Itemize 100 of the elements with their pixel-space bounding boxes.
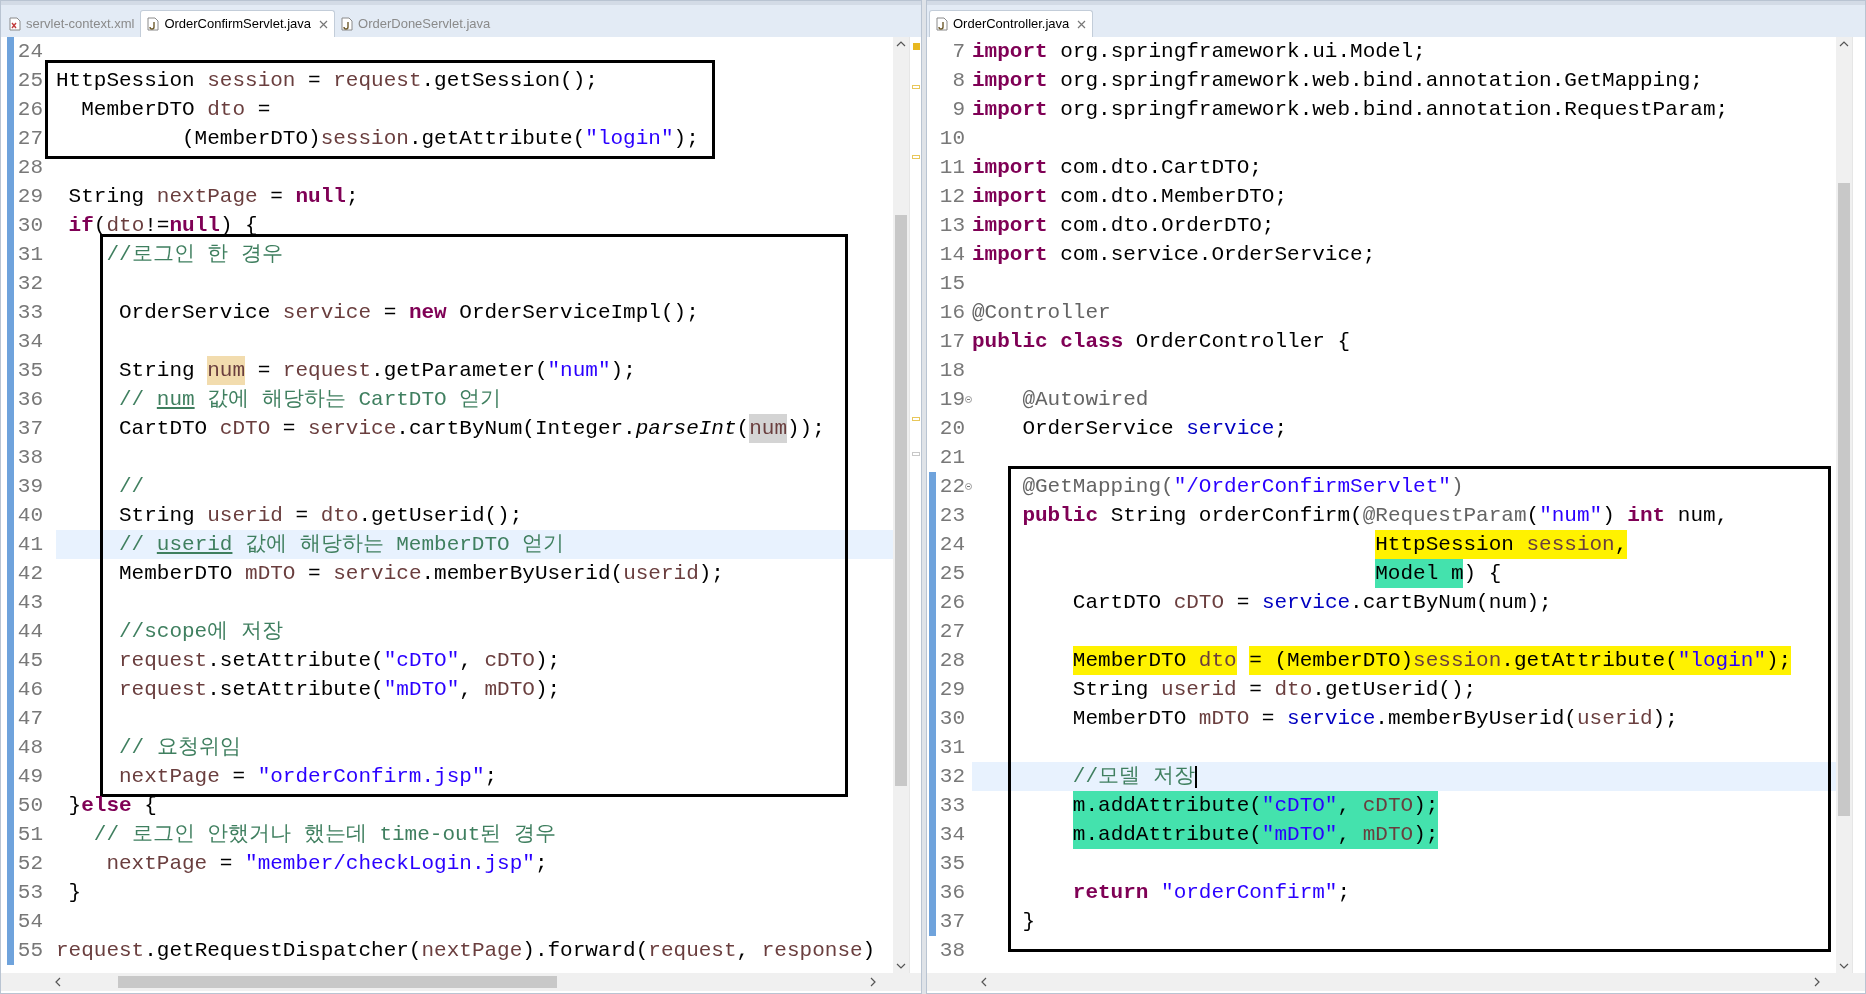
line-number: 47 [16, 706, 43, 732]
close-icon [1077, 19, 1087, 29]
code-text: import org.springframework.ui.Model; [972, 39, 1426, 65]
line-number: 20 [938, 416, 965, 442]
code-text: import com.dto.MemberDTO; [972, 184, 1288, 210]
line-number: 55 [16, 938, 43, 964]
line-number: 43 [16, 590, 43, 616]
line-number: 11 [938, 155, 965, 181]
scrollbar-thumb[interactable] [118, 976, 557, 988]
vertical-scrollbar[interactable] [893, 37, 909, 973]
line-number: 17 [938, 329, 965, 355]
line-number: 45 [16, 648, 43, 674]
scrollbar-thumb[interactable] [1838, 183, 1850, 816]
scrollbar-thumb[interactable] [895, 215, 907, 786]
scroll-left-icon [981, 977, 987, 987]
highlighted-code: HttpSession [1375, 530, 1527, 559]
line-number: 29 [16, 184, 43, 210]
highlighted-code: , [1337, 791, 1363, 820]
highlighted-code: = (MemberDTO) [1249, 646, 1414, 675]
line-number: 39 [16, 474, 43, 500]
close-icon [319, 19, 329, 29]
line-number: 36 [16, 387, 43, 413]
line-number: 48 [16, 735, 43, 761]
line-number: 26 [938, 590, 965, 616]
scroll-up-icon [896, 41, 906, 47]
highlighted-code: cDTO [1362, 791, 1414, 820]
line-number: 30 [938, 706, 965, 732]
line-number: 36 [938, 880, 965, 906]
code-text: import com.dto.OrderDTO; [972, 213, 1275, 239]
line-number: 25 [16, 68, 43, 94]
line-number: 42 [16, 561, 43, 587]
code-text: } [1021, 909, 1035, 935]
line-number: 41 [16, 532, 43, 558]
line-number: 37 [16, 416, 43, 442]
line-number: 13 [938, 213, 965, 239]
overview-mark [912, 417, 920, 421]
editor-tab[interactable]: OrderConfirmServlet.java [140, 10, 336, 37]
code-text: // 요청위임 [118, 735, 241, 761]
scroll-left-icon [55, 977, 61, 987]
line-number: 9 [951, 97, 965, 123]
highlighted-code: ); [1413, 791, 1439, 820]
line-number: 31 [16, 242, 43, 268]
overview-mark [912, 155, 920, 159]
warning-marker [913, 43, 920, 50]
code-text: //로그인 한 경우 [105, 242, 283, 268]
code-text: // userid 값에 해당하는 MemberDTO 얻기 [118, 532, 565, 558]
code-text: MemberDTO dto = [80, 97, 271, 123]
line-number: 31 [938, 735, 965, 761]
line-number: 35 [938, 851, 965, 877]
code-text: // num 값에 해당하는 CartDTO 얻기 [118, 387, 502, 413]
code-text: import org.springframework.web.bind.annotation.GetMapping; [972, 68, 1703, 94]
code-text: } [67, 880, 82, 906]
code-text: public String orderConfirm(@RequestParam("num") int num, [1021, 503, 1729, 529]
scroll-down-icon [896, 963, 906, 969]
horizontal-scrollbar[interactable] [927, 973, 1865, 991]
line-number: 38 [16, 445, 43, 471]
highlighted-code: num [207, 356, 246, 385]
text-cursor [1194, 766, 1197, 788]
line-number: 24 [16, 39, 43, 65]
code-text: (MemberDTO)session.getAttribute("login"); [181, 126, 699, 152]
scroll-right-icon [870, 977, 876, 987]
line-number: 15 [938, 271, 965, 297]
line-number: 28 [938, 648, 965, 674]
code-text: OrderService service; [1021, 416, 1288, 442]
line-number: 32 [16, 271, 43, 297]
line-number: 32 [938, 764, 965, 790]
code-text: //scope에 저장 [118, 619, 283, 645]
highlighted-code: ); [1766, 646, 1792, 675]
line-number: 8 [951, 68, 965, 94]
highlighted-code: m.addAttribute( [1072, 820, 1262, 849]
line-number: 33 [16, 300, 43, 326]
line-number: 12 [938, 184, 965, 210]
code-text: CartDTO cDTO = service.cartByNum(num); [1071, 590, 1552, 616]
code-text: //모델 저장 [1071, 764, 1195, 790]
code-text: OrderService service = new OrderServiceImpl(); [118, 300, 699, 326]
code-text: CartDTO cDTO = service.cartByNum(Integer.parseInt( [118, 416, 750, 442]
highlighted-code: session [1413, 646, 1502, 675]
line-number: 54 [16, 909, 43, 935]
code-text: import org.springframework.web.bind.annotation.RequestParam; [972, 97, 1729, 123]
highlighted-code: , [1337, 820, 1363, 849]
editor-tab[interactable]: OrderController.java [929, 10, 1094, 37]
highlighted-code: mDTO [1362, 820, 1414, 849]
code-text: MemberDTO mDTO = service.memberByUserid(userid); [1071, 706, 1678, 732]
horizontal-scrollbar[interactable] [1, 973, 921, 991]
code-text: import com.service.OrderService; [972, 242, 1376, 268]
line-number: 53 [16, 880, 43, 906]
line-number: 24 [938, 532, 965, 558]
code-text: public class OrderController { [972, 329, 1351, 355]
line-number: 26 [16, 97, 43, 123]
code-text: HttpSession session = request.getSession(); [56, 68, 598, 94]
line-number: 27 [938, 619, 965, 645]
line-number: 16 [938, 300, 965, 326]
code-text: // [118, 474, 145, 500]
highlighted-code: ); [1413, 820, 1439, 849]
line-number: 29 [938, 677, 965, 703]
vertical-scrollbar[interactable] [1836, 37, 1852, 973]
java-file-icon [147, 17, 160, 31]
code-text: @GetMapping("/OrderConfirmServlet") [1021, 474, 1464, 500]
line-number: 34 [16, 329, 43, 355]
code-text: import com.dto.CartDTO; [972, 155, 1262, 181]
